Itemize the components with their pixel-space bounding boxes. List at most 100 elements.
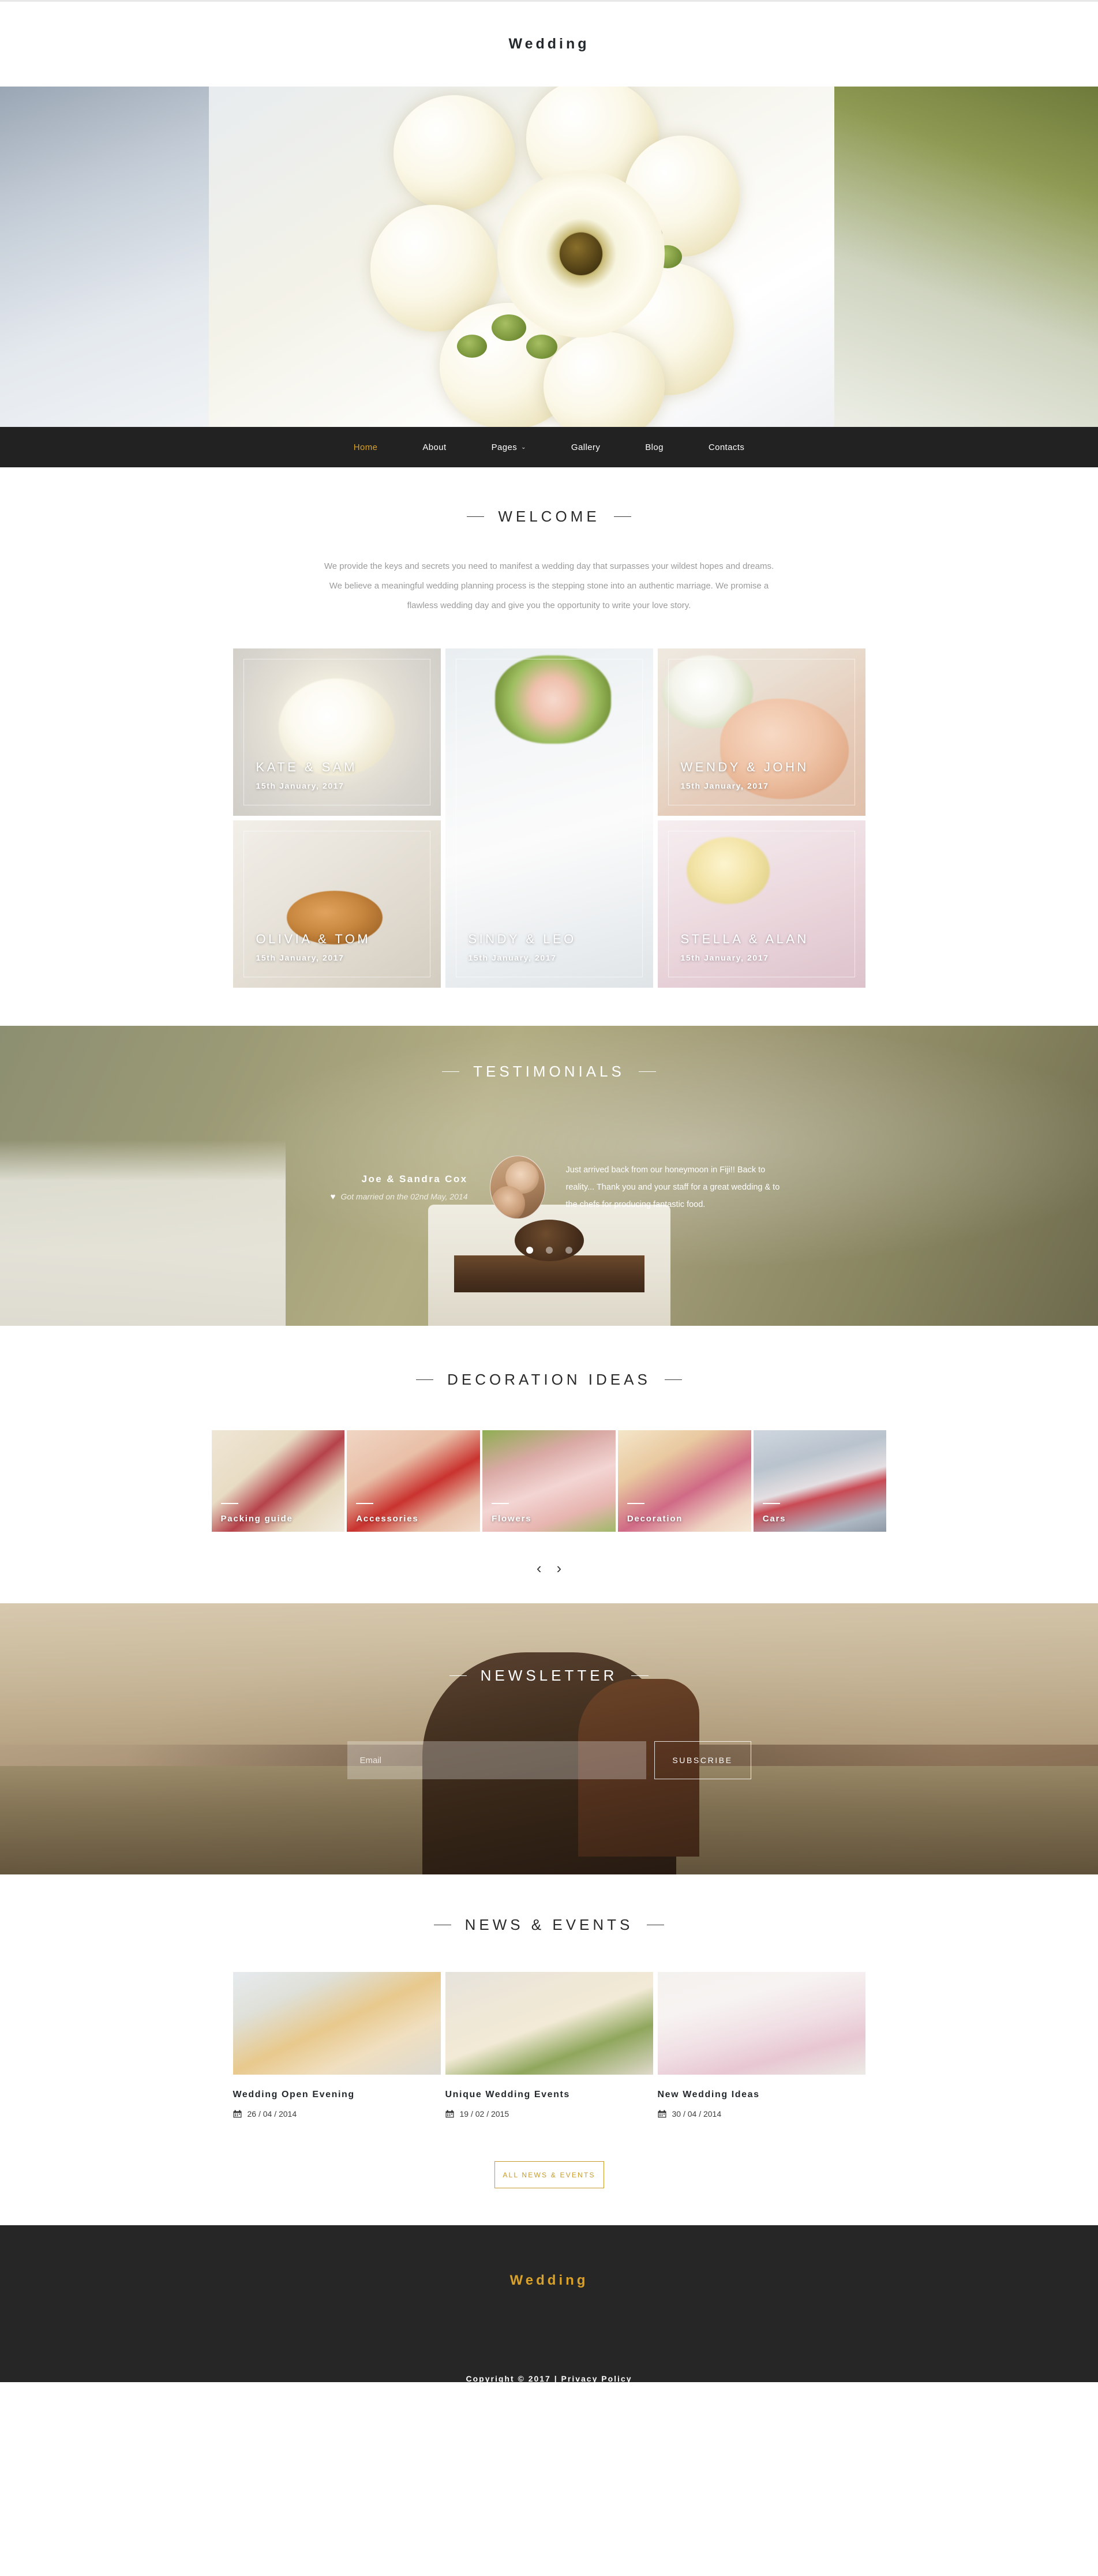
testimonial-quote: Just arrived back from our honeymoon in … [565, 1165, 780, 1210]
testimonial-married-date: Got married on the 02nd May, 2014 [340, 1192, 468, 1202]
gallery-caption: STELLA & ALAN 15th January, 2017 [681, 931, 809, 963]
copyright-text: Copyright © 2017 | Privacy Policy [466, 2374, 632, 2383]
news-button-wrap: ALL NEWS & EVENTS [0, 2161, 1098, 2189]
gallery-date: 15th January, 2017 [256, 781, 344, 791]
gallery-couple-name: STELLA & ALAN [680, 931, 809, 946]
news-card-title: Wedding Open Evening [233, 2090, 355, 2100]
tile-rule [356, 1503, 374, 1505]
calendar-icon [445, 2110, 454, 2118]
email-input[interactable] [347, 1741, 646, 1780]
decoration-tile-decoration[interactable]: Decoration [617, 1430, 751, 1532]
news-card-date: 19 / 02 / 2015 [459, 2109, 509, 2119]
testimonial-subtitle: ♥ Got married on the 02nd May, 2014 [305, 1192, 468, 1201]
wedding-gallery-grid: KATE & SAM 15th January, 2017 OLIVIA & T… [233, 648, 865, 988]
decoration-tile-label: Accessories [356, 1514, 419, 1524]
all-news-events-button[interactable]: ALL NEWS & EVENTS [494, 2161, 604, 2189]
testimonial-pagination[interactable] [0, 1247, 1098, 1254]
nav-list: Home About Pages ⌄ Gallery Blog Contacts [331, 443, 767, 452]
newsletter-title: NEWSLETTER [480, 1667, 618, 1685]
testimonials-title: TESTIMONIALS [473, 1063, 625, 1081]
gallery-card-kate-sam[interactable]: KATE & SAM 15th January, 2017 [233, 648, 441, 816]
decoration-tile-accessories[interactable]: Accessories [347, 1430, 481, 1532]
news-card-unique-wedding-events[interactable]: Unique Wedding Events 19 / 02 / 2015 [445, 1972, 653, 2118]
news-card-date: 26 / 04 / 2014 [247, 2109, 297, 2119]
hero-bride-dress [0, 87, 242, 427]
welcome-section: WELCOME We provide the keys and secrets … [0, 467, 1098, 988]
testimonials-section: TESTIMONIALS Joe & Sandra Cox ♥ Got marr… [0, 1026, 1098, 1326]
news-events-section: NEWS & EVENTS Wedding Open Evening 26 / … [0, 1874, 1098, 2189]
nav-item-contacts[interactable]: Contacts [686, 443, 767, 452]
gallery-card-wendy-john[interactable]: WENDY & JOHN 15th January, 2017 [657, 648, 865, 816]
decoration-tile-flowers[interactable]: Flowers [482, 1430, 616, 1532]
chevron-left-icon[interactable]: ‹ [537, 1561, 542, 1576]
subscribe-button[interactable]: SUBSCRIBE [654, 1741, 751, 1780]
gallery-photo-olivia-tom [233, 820, 441, 988]
decoration-tile-label: Packing guide [220, 1514, 293, 1524]
news-card-date: 30 / 04 / 2014 [672, 2109, 722, 2119]
decoration-tile-packing-guide[interactable]: Packing guide [211, 1430, 345, 1532]
gallery-column-right: WENDY & JOHN 15th January, 2017 STELLA &… [657, 648, 865, 988]
hero-image [0, 87, 1098, 427]
heart-icon: ♥ [330, 1191, 336, 1202]
footer-logo[interactable]: Wedding [510, 2273, 589, 2289]
newsletter-heading: NEWSLETTER [0, 1667, 1098, 1685]
calendar-icon [233, 2110, 242, 2118]
heading-dash-right [631, 1675, 649, 1677]
news-card-meta: 19 / 02 / 2015 [445, 2109, 653, 2118]
heading-dash-left [449, 1675, 467, 1677]
site-footer: Wedding Copyright © 2017 | Privacy Polic… [0, 2225, 1098, 2383]
tile-rule [492, 1503, 509, 1505]
testimonials-content: TESTIMONIALS Joe & Sandra Cox ♥ Got marr… [0, 1026, 1098, 1254]
gallery-card-stella-alan[interactable]: STELLA & ALAN 15th January, 2017 [657, 820, 865, 988]
bouquet-illustration [353, 87, 745, 427]
chevron-down-icon: ⌄ [521, 444, 526, 451]
heading-dash-left [467, 516, 485, 517]
main-navigation[interactable]: Home About Pages ⌄ Gallery Blog Contacts [0, 427, 1098, 467]
chevron-right-icon[interactable]: › [557, 1561, 562, 1576]
heading-dash-left [442, 1071, 460, 1073]
news-card-new-wedding-ideas[interactable]: New Wedding Ideas 30 / 04 / 2014 [657, 1972, 865, 2119]
news-title: NEWS & EVENTS [464, 1916, 634, 1934]
gerbera-center [559, 233, 602, 275]
nav-label-about: About [422, 442, 447, 452]
news-card-title: Unique Wedding Events [445, 2090, 570, 2100]
testimonial-author-block: Joe & Sandra Cox ♥ Got married on the 02… [305, 1173, 490, 1201]
gallery-caption: KATE & SAM 15th January, 2017 [256, 759, 357, 791]
nav-label-gallery: Gallery [571, 442, 601, 452]
nav-item-home[interactable]: Home [331, 443, 400, 452]
nav-item-gallery[interactable]: Gallery [549, 443, 623, 452]
testimonial-dot-2[interactable] [545, 1247, 553, 1254]
gallery-couple-name: WENDY & JOHN [680, 759, 809, 774]
gallery-card-sindy-leo[interactable]: SINDY & LEO 15th January, 2017 [445, 648, 653, 988]
site-logo[interactable]: Wedding [508, 36, 589, 53]
gallery-card-olivia-tom[interactable]: OLIVIA & TOM 15th January, 2017 [233, 820, 441, 988]
nav-label-blog: Blog [645, 442, 664, 452]
testimonial-dot-1[interactable] [526, 1247, 533, 1254]
decoration-tile-label: Decoration [627, 1514, 683, 1524]
gallery-column-center: SINDY & LEO 15th January, 2017 [445, 648, 653, 988]
gallery-column-left: KATE & SAM 15th January, 2017 OLIVIA & T… [233, 648, 441, 988]
welcome-body: We provide the keys and secrets you need… [324, 561, 774, 610]
decoration-ideas-section: DECORATION IDEAS Packing guide Accessori… [0, 1326, 1098, 1576]
hero-foliage [812, 87, 1098, 427]
nav-item-about[interactable]: About [400, 443, 469, 452]
testimonial-slide: Joe & Sandra Cox ♥ Got married on the 02… [233, 1156, 865, 1220]
newsletter-section: NEWSLETTER SUBSCRIBE [0, 1603, 1098, 1875]
gallery-photo-wendy-john [657, 648, 865, 816]
news-card-wedding-open-evening[interactable]: Wedding Open Evening 26 / 04 / 2014 [233, 1972, 441, 2118]
nav-item-pages[interactable]: Pages ⌄ [469, 443, 549, 452]
nav-label-contacts: Contacts [708, 442, 745, 452]
heading-dash-right [613, 516, 631, 517]
decoration-title: DECORATION IDEAS [447, 1371, 651, 1389]
news-heading: NEWS & EVENTS [0, 1916, 1098, 1934]
nav-item-blog[interactable]: Blog [623, 443, 686, 452]
testimonial-author-name: Joe & Sandra Cox [361, 1173, 468, 1185]
decoration-tile-cars[interactable]: Cars [753, 1430, 887, 1532]
news-grid: Wedding Open Evening 26 / 04 / 2014 Uniq… [233, 1972, 865, 2118]
news-thumbnail [445, 1972, 653, 2075]
testimonial-dot-3[interactable] [565, 1247, 572, 1254]
decoration-carousel-nav: ‹ › [0, 1561, 1098, 1576]
gallery-couple-name: SINDY & LEO [468, 931, 576, 946]
newsletter-form: SUBSCRIBE [347, 1741, 751, 1780]
news-card-title: New Wedding Ideas [657, 2090, 760, 2100]
